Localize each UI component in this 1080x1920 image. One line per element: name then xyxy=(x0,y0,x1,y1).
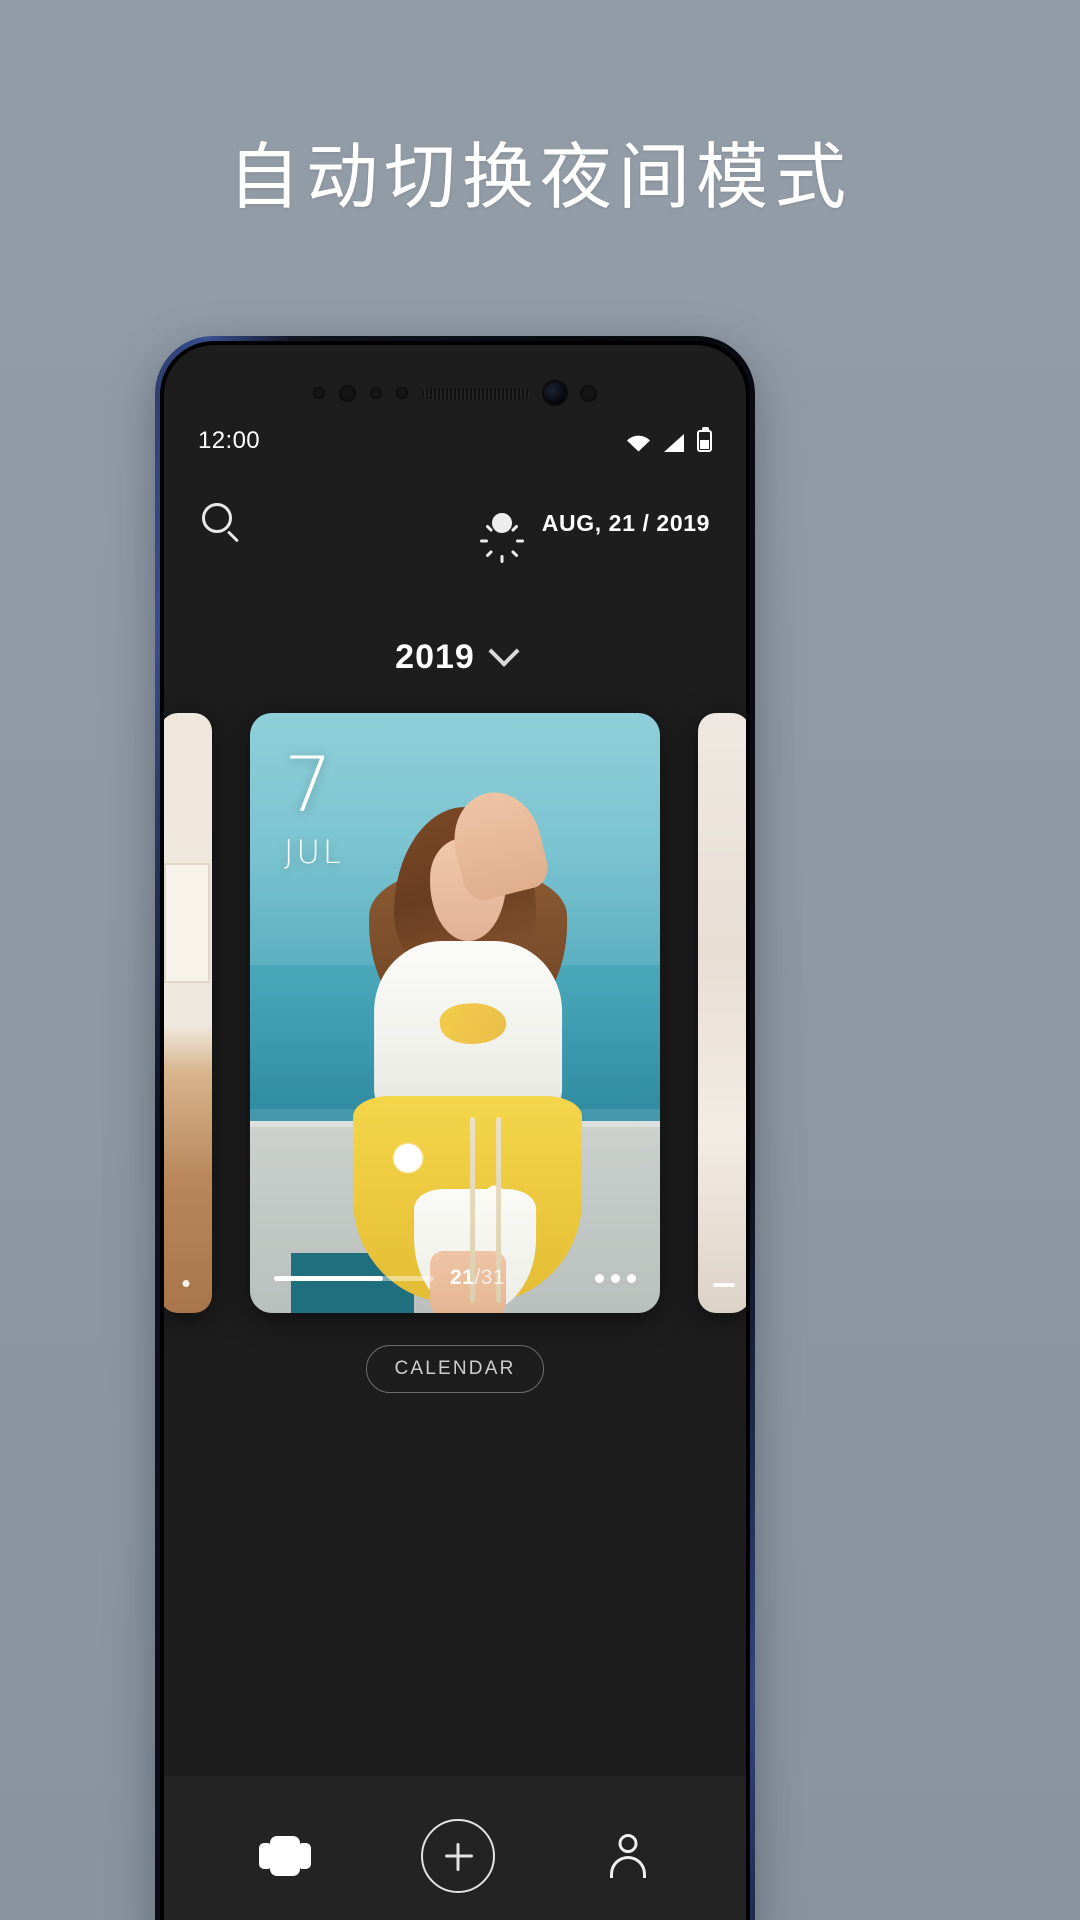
bottom-navigation xyxy=(164,1776,746,1920)
calendar-button[interactable]: CALENDAR xyxy=(366,1345,544,1393)
more-horizontal-icon[interactable] xyxy=(595,1273,636,1283)
bar-indicator xyxy=(713,1283,735,1287)
app-bar: AUG, 21 / 2019 xyxy=(164,477,746,569)
status-clock: 12:00 xyxy=(198,427,261,454)
date-block: AUG, 21 / 2019 xyxy=(479,501,710,563)
year-label: 2019 xyxy=(395,637,475,676)
sensor-dot-icon xyxy=(580,384,597,402)
sensor-strip xyxy=(164,373,746,413)
calendar-button-wrap: CALENDAR xyxy=(164,1345,746,1393)
signal-icon xyxy=(664,434,684,452)
card-counter: 21/31 xyxy=(450,1266,505,1290)
photo-subject xyxy=(338,782,592,1313)
card-month-label: JUL xyxy=(284,833,344,872)
search-ring xyxy=(202,503,232,533)
battery-icon xyxy=(697,427,712,452)
phone-screen: 12:00 AUG, 21 / 2019 2019 7 JUL 21/31 CA… xyxy=(164,345,746,1920)
sensor-dot-icon xyxy=(339,384,356,402)
carousel-card-next[interactable] xyxy=(698,713,746,1313)
sensor-dot-icon xyxy=(370,387,382,399)
wifi-icon xyxy=(626,434,651,452)
cards-icon[interactable] xyxy=(259,1834,311,1878)
card-day-number: 7 xyxy=(284,740,333,829)
phone-bezel: 12:00 AUG, 21 / 2019 2019 7 JUL 21/31 CA… xyxy=(160,341,750,1920)
promo-headline: 自动切换夜间模式 xyxy=(227,135,852,219)
profile-icon[interactable] xyxy=(605,1832,651,1880)
sun-icon[interactable] xyxy=(479,501,524,563)
current-date-label: AUG, 21 / 2019 xyxy=(541,509,710,536)
status-bar: 12:00 xyxy=(164,419,746,463)
card-progress-bar[interactable] xyxy=(274,1275,434,1281)
card-photo xyxy=(698,713,746,1313)
front-camera-icon xyxy=(544,382,566,404)
status-icons xyxy=(626,427,712,452)
card-footer: 21/31 xyxy=(250,1243,660,1313)
add-icon[interactable] xyxy=(421,1819,495,1893)
card-date: 7 JUL xyxy=(284,740,344,872)
dot-indicator xyxy=(182,1280,190,1287)
earpiece-speaker-icon xyxy=(422,387,530,399)
card-photo xyxy=(164,713,212,1313)
counter-current: 21 xyxy=(450,1266,475,1289)
promo-screenshot: 自动切换夜间模式 12:00 AUG, 21 / 2019 2019 7 JUL… xyxy=(0,0,1080,1920)
phone-mockup: 12:00 AUG, 21 / 2019 2019 7 JUL 21/31 CA… xyxy=(155,336,755,1920)
search-handle xyxy=(226,530,239,543)
carousel-card-previous[interactable] xyxy=(164,713,212,1313)
search-icon[interactable] xyxy=(200,501,244,545)
chevron-down-icon[interactable] xyxy=(488,635,520,667)
year-selector[interactable]: 2019 xyxy=(164,625,746,689)
sensor-dot-icon xyxy=(396,387,408,399)
carousel-card-current[interactable]: 7 JUL 21/31 xyxy=(250,713,660,1313)
counter-total: /31 xyxy=(474,1266,506,1289)
card-carousel[interactable]: 7 JUL 21/31 xyxy=(164,713,746,1313)
sensor-dot-icon xyxy=(313,387,325,399)
